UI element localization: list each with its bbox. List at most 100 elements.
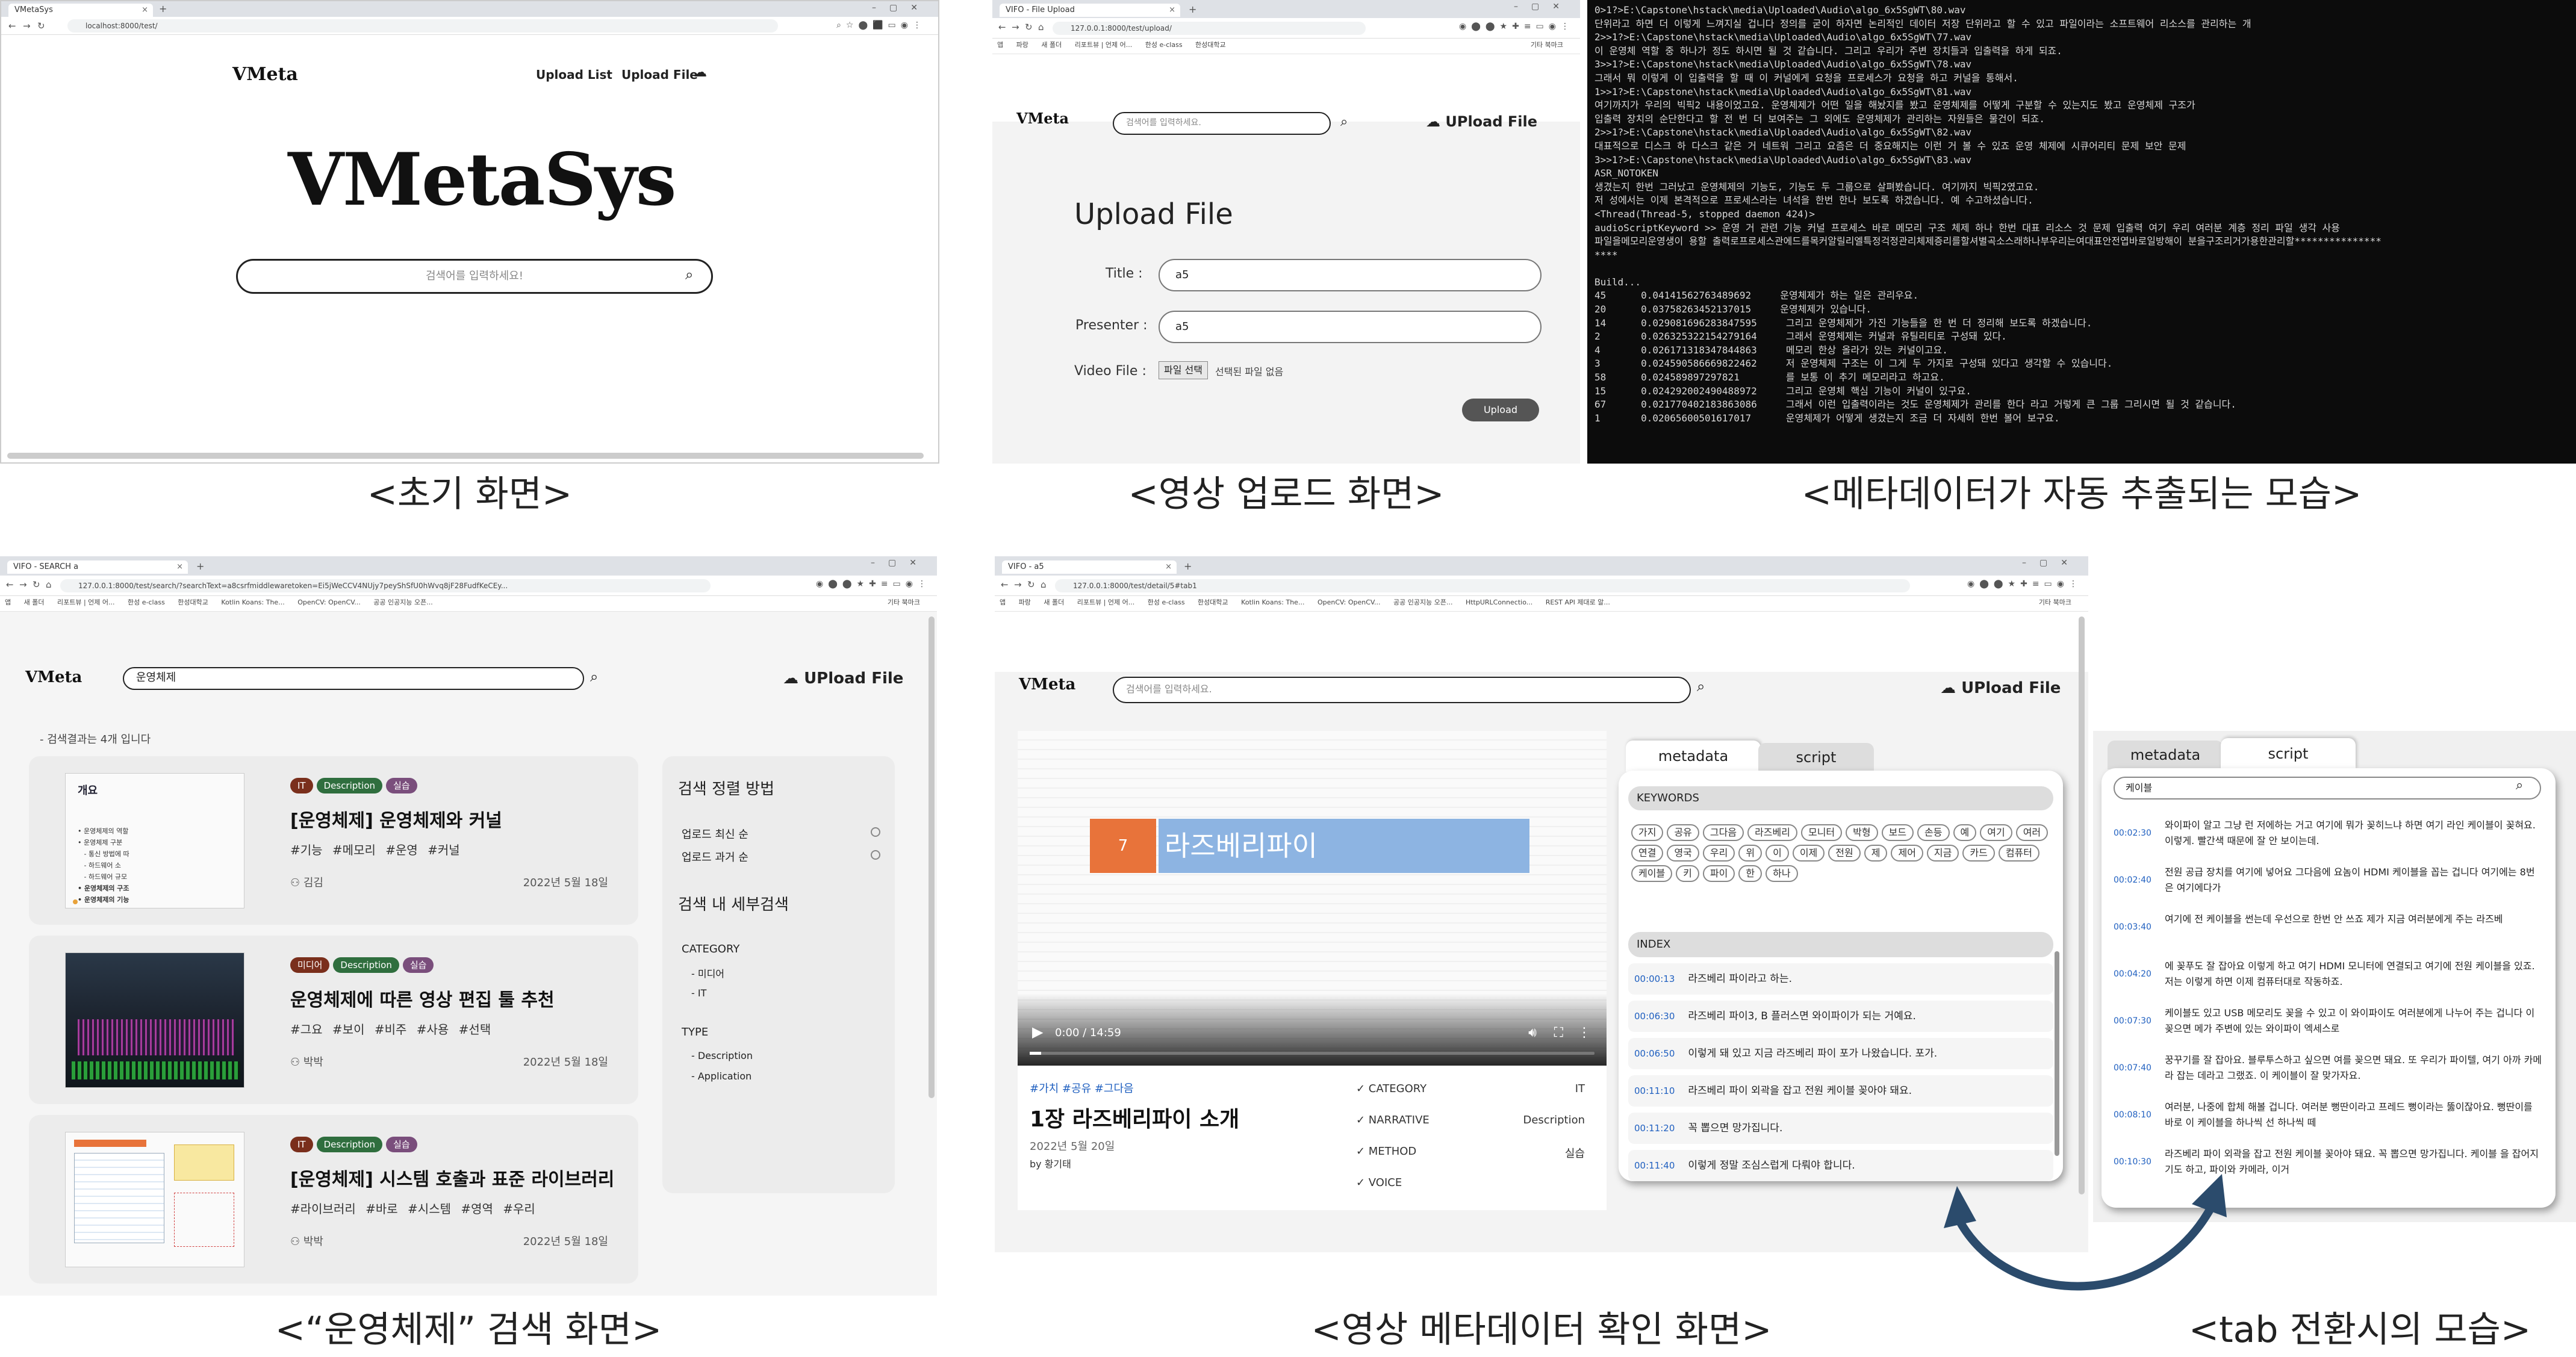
tab-script[interactable]: script [2221,738,2356,769]
tag-badge[interactable]: Description [316,1137,383,1152]
result-thumbnail[interactable]: 개요 • 운영체제의 역할 • 운영체제 구분 - 통신 방법에 따 - 하드웨어… [65,773,244,908]
bookmark-item[interactable]: 파랑 [1019,598,1031,606]
keyword-chip[interactable]: 여러 [2015,824,2049,841]
forward-icon[interactable]: → [1012,22,1019,33]
keyword-chip[interactable]: 이제 [1792,845,1825,862]
bookmark-item[interactable]: Kotlin Koans: The... [221,598,284,606]
keyword-chip[interactable]: 컴퓨터 [1998,845,2039,862]
result-thumbnail[interactable] [65,1132,244,1267]
result-card[interactable]: 개요 • 운영체제의 역할 • 운영체제 구분 - 통신 방법에 따 - 하드웨어… [29,756,638,925]
bookmark-item[interactable]: 기타 북마크 [1531,39,1563,52]
browser-tab[interactable]: VIFO - File Upload × [1000,4,1180,17]
script-search-input[interactable]: 케이블 [2114,777,2541,800]
category-option[interactable]: - 미디어 [691,966,724,980]
close-tab-icon[interactable]: × [1165,560,1172,574]
result-card[interactable]: IT Description 실습 [운영체제] 시스템 호출과 표준 라이브러리 … [29,1115,638,1284]
keyword-chip[interactable]: 예 [1953,824,1977,841]
bookmark-item[interactable]: 한성대학교 [1195,41,1226,49]
window-controls[interactable]: –▢✕ [1514,2,1573,11]
type-option[interactable]: - Application [691,1070,751,1082]
url-input[interactable]: 127.0.0.1:8000/test/upload/ [1053,22,1366,35]
more-icon[interactable]: ⋮ [1578,1025,1591,1040]
browser-tab[interactable]: VIFO - SEARCH a × [7,560,188,574]
home-icon[interactable]: ⌂ [1041,579,1047,590]
new-tab-icon[interactable]: + [1184,560,1192,572]
upload-file-nav[interactable]: ☁ UPload File [1426,113,1537,130]
tag-badge[interactable]: 실습 [386,1137,417,1152]
index-row[interactable]: 00:11:20 꼭 뽑으면 망가집니다. [1628,1113,2053,1144]
keyword-chip[interactable]: 가지 [1631,824,1664,841]
keyword-chip[interactable]: 파이 [1702,865,1735,882]
new-tab-icon[interactable]: + [159,3,167,14]
window-controls[interactable]: –▢✕ [872,3,931,13]
keyword-chip[interactable]: 이 [1766,845,1789,862]
search-icon[interactable]: ⌕ [1340,114,1348,129]
bookmark-item[interactable]: 한성 e-class [1145,41,1183,49]
category-option[interactable]: - IT [691,987,706,999]
keyword-chip[interactable]: 제어 [1891,845,1923,862]
back-icon[interactable]: ← [998,22,1006,33]
reload-icon[interactable]: ↻ [1025,22,1033,33]
bookmark-item[interactable]: REST API 제대로 알... [1546,598,1610,606]
bookmark-item[interactable]: 한성대학교 [1198,598,1228,606]
sort-option[interactable]: 업로드 최신 순 [682,826,748,842]
result-thumbnail[interactable] [65,952,244,1088]
main-search-input[interactable]: 검색어를 입력하세요! [236,259,713,294]
browser-tab[interactable]: VIFO - a5 × [1002,560,1177,574]
home-icon[interactable]: ⌂ [1038,22,1044,33]
bookmark-item[interactable]: 앱 [5,598,11,606]
bookmark-item[interactable]: Kotlin Koans: The... [1241,598,1304,606]
upload-file-nav[interactable]: ☁ UPload File [1940,679,2061,697]
keyword-chip[interactable]: 카드 [1962,845,1995,862]
home-icon[interactable]: ⌂ [46,579,52,590]
script-entry[interactable]: 00:08:10 여러분, 나중에 합체 해볼 겁니다. 여러분 뻥딴이라고 프레… [2114,1099,2543,1131]
search-icon[interactable]: ⌕ [590,668,598,685]
horizontal-scrollbar[interactable] [7,453,924,459]
volume-icon[interactable]: 🔊︎ [1528,1025,1537,1040]
bookmark-item[interactable]: 기타 북마크 [2039,596,2071,609]
result-card[interactable]: 미디어 Description 실습 운영체제에 따른 영상 편집 툴 추천 #그요… [29,936,638,1104]
index-row[interactable]: 00:11:10 라즈베리 파이 외곽을 잡고 전원 케이블 꽂아야 돼요. [1628,1075,2053,1107]
script-entry[interactable]: 00:03:40 여기에 전 케이블을 썬는데 우선으로 한번 안 쓰죠 제가 지… [2114,911,2543,943]
site-logo[interactable]: VMeta [25,668,82,686]
keyword-chip[interactable]: 한 [1738,865,1762,882]
bookmark-item[interactable]: 리포트뷰 | 언제 어... [1077,598,1135,606]
forward-icon[interactable]: → [1014,579,1022,590]
search-icon[interactable]: ⌕ [685,266,693,283]
bookmark-item[interactable]: HttpURLConnectio... [1466,598,1532,606]
site-logo[interactable]: VMeta [1016,110,1069,127]
window-controls[interactable]: –▢✕ [2022,558,2081,568]
keyword-chip[interactable]: 하나 [1766,865,1798,882]
nav-upload-file[interactable]: Upload File [621,67,698,82]
close-tab-icon[interactable]: × [142,4,148,17]
back-icon[interactable]: ← [1001,579,1009,590]
tab-metadata[interactable]: metadata [1626,741,1761,772]
nav-upload-list[interactable]: Upload List [536,67,612,82]
keyword-chip[interactable]: 공유 [1667,824,1699,841]
browser-tab[interactable]: VMetaSys × [8,4,153,17]
keyword-chip[interactable]: 모니터 [1800,824,1843,841]
video-player[interactable]: 7 라즈베리파이 ▶ 0:00 / 14:59 🔊︎ ⛶ ⋮ [1018,731,1607,1066]
keyword-chip[interactable]: 영국 [1667,845,1699,862]
script-entry[interactable]: 00:04:20 에 꽂푸도 잘 잡아요 이렇게 하고 여기 HDMI 모니터에 … [2114,958,2543,990]
result-title[interactable]: [운영체제] 운영체제와 커널 [290,806,502,832]
close-tab-icon[interactable]: × [1169,4,1175,17]
index-row[interactable]: 00:06:30 라즈베리 파이3, B 플러스면 와이파이가 되는 거예요. [1628,1001,2053,1032]
forward-icon[interactable]: → [23,20,31,31]
index-scrollbar[interactable] [2055,951,2059,1156]
keyword-chip[interactable]: 라즈베리 [1747,824,1797,841]
sort-radio[interactable] [871,827,880,837]
url-input[interactable]: localhost:8000/test/ [67,19,778,33]
seek-bar[interactable] [1030,1052,1594,1055]
tab-script[interactable]: script [1758,743,1874,772]
search-input[interactable]: 운영체제 [123,667,584,690]
keyword-chip[interactable]: 위 [1738,845,1762,862]
search-input[interactable]: 검색어를 입력하세요. [1113,677,1691,703]
tag-badge[interactable]: IT [290,1137,313,1152]
forward-icon[interactable]: → [19,579,27,590]
bookmark-item[interactable]: 기타 북마크 [888,596,920,609]
presenter-input[interactable]: a5 [1159,311,1542,343]
keyword-chip[interactable]: 우리 [1702,845,1735,862]
keyword-chip[interactable]: 제 [1864,845,1888,862]
bookmark-item[interactable]: OpenCV: OpenCV... [297,598,361,606]
